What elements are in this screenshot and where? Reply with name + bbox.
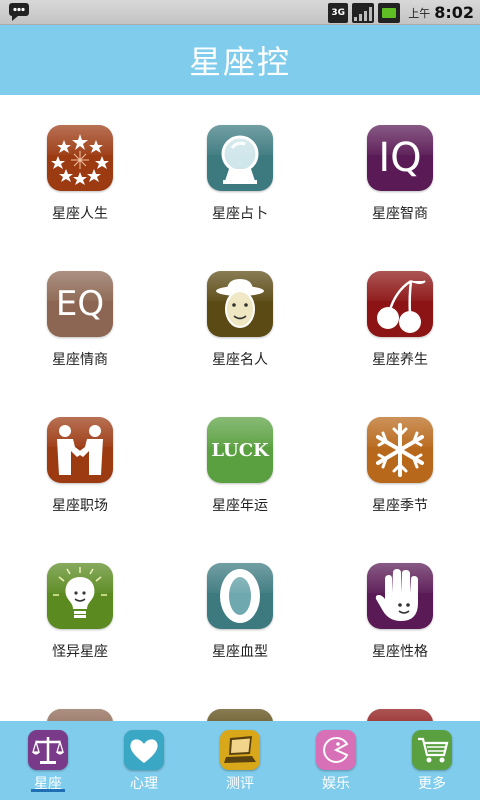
- partial-tile-icon: [367, 709, 433, 721]
- celebrity-face-icon: [207, 271, 273, 337]
- grid-item-eq[interactable]: EQ 星座情商: [0, 241, 160, 371]
- snowflake-icon: [367, 417, 433, 483]
- grid-item-life[interactable]: 星座人生: [0, 95, 160, 225]
- grid-item-label: 星座性格: [372, 644, 428, 660]
- shopping-cart-icon: [412, 730, 452, 770]
- partial-tile-icon: [207, 709, 273, 721]
- cherry-icon: [367, 271, 433, 337]
- message-icon: [9, 3, 29, 21]
- title-bar: 星座控: [0, 25, 480, 95]
- grid-item-career[interactable]: 星座职场: [0, 387, 160, 517]
- grid-item-celebrity[interactable]: 星座名人: [160, 241, 320, 371]
- grid-item-season[interactable]: 星座季节: [320, 387, 480, 517]
- tab-more[interactable]: 更多: [384, 721, 480, 800]
- grid-item-label: 星座季节: [372, 498, 428, 514]
- iq-icon: IQ: [367, 125, 433, 191]
- grid-item-label: 星座人生: [52, 206, 108, 222]
- feature-grid: 星座人生 星座占卜 IQ 星座智商 EQ 星座情商 星座名人 星座养生 星座职场…: [0, 95, 480, 721]
- grid-item-label: 怪异星座: [52, 644, 108, 660]
- grid-item-blood-type[interactable]: 星座血型: [160, 533, 320, 663]
- grid-item-label: 星座职场: [52, 498, 108, 514]
- grid-item-label: 星座占卜: [212, 206, 268, 222]
- grid-item-iq[interactable]: IQ 星座智商: [320, 95, 480, 225]
- status-bar: 3G 上午 8:02: [0, 0, 480, 25]
- tab-label: 娱乐: [322, 776, 350, 792]
- grid-item-label: 星座养生: [372, 352, 428, 368]
- heart-icon: [124, 730, 164, 770]
- signal-icon: [352, 2, 375, 23]
- partial-tile-icon: [47, 709, 113, 721]
- selected-tab-indicator: [31, 789, 65, 792]
- grid-item-divination[interactable]: 星座占卜: [160, 95, 320, 225]
- grid-item-partial[interactable]: [320, 679, 480, 721]
- grid-item-label: 星座情商: [52, 352, 108, 368]
- tab-label: 更多: [418, 776, 446, 792]
- page-title: 星座控: [188, 43, 291, 81]
- lightbulb-icon: [47, 563, 113, 629]
- grid-item-personality[interactable]: 星座性格: [320, 533, 480, 663]
- tab-evaluation[interactable]: 测评: [192, 721, 288, 800]
- grid-item-label: 星座智商: [372, 206, 428, 222]
- laptop-icon: [220, 730, 260, 770]
- tab-label: 测评: [226, 776, 254, 792]
- status-time: 8:02: [434, 3, 474, 22]
- tab-label: 心理: [130, 776, 158, 792]
- stars-icon: [47, 125, 113, 191]
- bottom-tab-bar: 星座 心理 测评 娱乐 更多: [0, 721, 480, 800]
- luck-icon: LUCK: [207, 417, 273, 483]
- grid-item-label: 星座名人: [212, 352, 268, 368]
- grid-item-label: 星座血型: [212, 644, 268, 660]
- hand-face-icon: [367, 563, 433, 629]
- tab-entertainment[interactable]: 娱乐: [288, 721, 384, 800]
- network-type-icon: 3G: [328, 2, 349, 23]
- grid-item-partial[interactable]: [160, 679, 320, 721]
- crystal-ball-icon: [207, 125, 273, 191]
- tab-constellation[interactable]: 星座: [0, 721, 96, 800]
- status-ampm: 上午: [408, 6, 431, 20]
- blood-type-o-icon: [207, 563, 273, 629]
- grid-item-label: 星座年运: [212, 498, 268, 514]
- eq-icon: EQ: [47, 271, 113, 337]
- grid-item-partial[interactable]: [0, 679, 160, 721]
- pacman-icon: [316, 730, 356, 770]
- grid-item-health[interactable]: 星座养生: [320, 241, 480, 371]
- battery-icon: [378, 2, 401, 23]
- scales-icon: [28, 730, 68, 770]
- grid-item-weird[interactable]: 怪异星座: [0, 533, 160, 663]
- grid-item-annual-luck[interactable]: LUCK 星座年运: [160, 387, 320, 517]
- tab-psychology[interactable]: 心理: [96, 721, 192, 800]
- handshake-icon: [47, 417, 113, 483]
